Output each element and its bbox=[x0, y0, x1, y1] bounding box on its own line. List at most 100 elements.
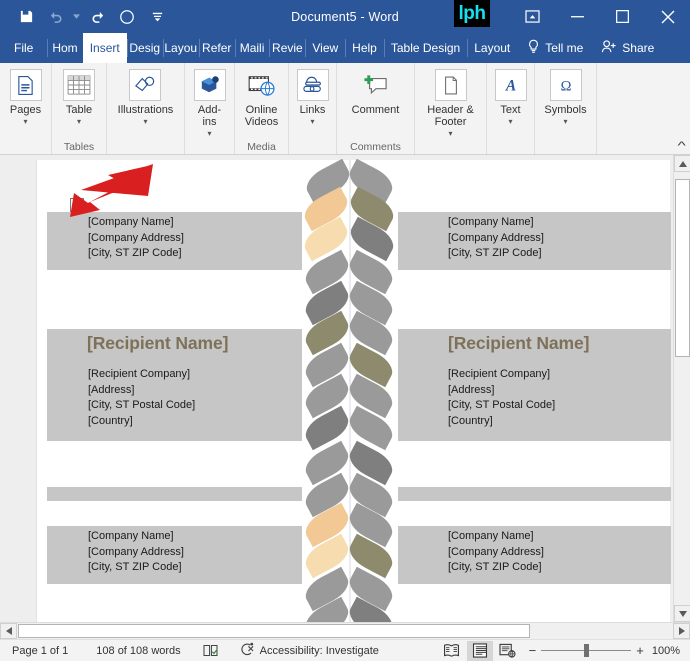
scroll-right-arrow-icon[interactable] bbox=[673, 623, 690, 639]
customize-quick-access-toolbar-icon[interactable] bbox=[143, 4, 171, 30]
ribbon-group-links: Links ▾ bbox=[289, 63, 337, 154]
chevron-down-icon[interactable]: ▾ bbox=[563, 117, 567, 126]
chevron-down-icon[interactable]: ▾ bbox=[143, 117, 147, 126]
document-page[interactable]: [Company Name] [Company Address] [City, … bbox=[36, 158, 671, 622]
lightbulb-icon bbox=[527, 39, 540, 57]
address-line: [Recipient Company] bbox=[448, 368, 551, 380]
share-button[interactable]: Share bbox=[593, 33, 666, 63]
tab-mailings[interactable]: Maili bbox=[234, 33, 270, 63]
vertical-scrollbar-thumb[interactable] bbox=[675, 179, 690, 357]
zoom-slider-thumb[interactable] bbox=[584, 644, 590, 657]
recipient-heading-right[interactable]: [Recipient Name] bbox=[448, 333, 589, 354]
horizontal-scrollbar[interactable] bbox=[0, 622, 690, 639]
symbols-button[interactable]: Ω Symbols ▾ bbox=[538, 67, 592, 128]
group-label-comments: Comments bbox=[350, 141, 401, 153]
leaf-shape bbox=[300, 440, 354, 486]
web-layout-button[interactable] bbox=[495, 641, 521, 661]
undo-dropdown-icon[interactable] bbox=[72, 4, 81, 30]
chevron-down-icon[interactable]: ▾ bbox=[207, 129, 211, 138]
autosave-circle-icon[interactable] bbox=[113, 4, 141, 30]
ribbon-display-options-icon[interactable] bbox=[510, 0, 555, 33]
addins-label: Add-ins bbox=[197, 104, 222, 128]
header-footer-button[interactable]: Header & Footer ▾ bbox=[415, 67, 486, 140]
illustrations-button[interactable]: Illustrations ▾ bbox=[112, 67, 180, 128]
ribbon-group-illustrations: Illustrations ▾ bbox=[107, 63, 185, 154]
page-indicator[interactable]: Page 1 of 1 bbox=[0, 645, 76, 657]
proofing-icon[interactable] bbox=[189, 644, 226, 657]
tab-home[interactable]: Hom bbox=[47, 33, 82, 63]
tell-me-label: Tell me bbox=[545, 41, 584, 55]
read-mode-button[interactable] bbox=[439, 641, 465, 661]
tab-layout[interactable]: Layou bbox=[162, 33, 199, 63]
collapse-ribbon-icon[interactable]: ^ bbox=[677, 140, 685, 152]
table-button[interactable]: Table ▾ bbox=[57, 67, 101, 128]
recipient-heading-left[interactable]: [Recipient Name] bbox=[87, 333, 228, 354]
share-person-icon bbox=[601, 39, 617, 57]
group-label-media: Media bbox=[247, 141, 276, 153]
ribbon-group-addins: Add-ins ▾ bbox=[185, 63, 235, 154]
tab-table-layout[interactable]: Layout bbox=[467, 33, 517, 63]
pages-button[interactable]: Pages ▾ bbox=[4, 67, 48, 128]
scroll-up-arrow-icon[interactable] bbox=[674, 155, 690, 172]
save-icon[interactable] bbox=[12, 4, 40, 30]
ribbon-group-header-footer: Header & Footer ▾ bbox=[415, 63, 487, 154]
addins-button[interactable]: Add-ins ▾ bbox=[185, 67, 234, 140]
ribbon-group-pages: Pages ▾ bbox=[0, 63, 52, 154]
ribbon-group-media: Online Videos Media bbox=[235, 63, 289, 154]
address-line: [Company Address] bbox=[88, 545, 184, 558]
vertical-scrollbar[interactable] bbox=[673, 155, 690, 622]
redo-icon[interactable] bbox=[83, 4, 111, 30]
comment-button[interactable]: Comment bbox=[346, 67, 406, 118]
zoom-out-button[interactable]: − bbox=[529, 643, 537, 658]
leaf-shape bbox=[344, 533, 398, 579]
company-block-top-right[interactable]: [Company Name] [Company Address] [City, … bbox=[448, 215, 544, 262]
tab-insert[interactable]: Insert bbox=[82, 33, 127, 63]
word-count[interactable]: 108 of 108 words bbox=[76, 645, 188, 657]
tab-view[interactable]: View bbox=[305, 33, 345, 63]
address-line: [Country] bbox=[88, 414, 133, 427]
zoom-level[interactable]: 100% bbox=[652, 645, 686, 657]
tab-design[interactable]: Desig bbox=[126, 33, 163, 63]
scroll-left-arrow-icon[interactable] bbox=[0, 623, 17, 639]
chevron-down-icon[interactable]: ▾ bbox=[508, 117, 512, 126]
recipient-block-right[interactable]: [Recipient Company] [Address] [City, ST … bbox=[448, 367, 555, 429]
tab-table-design[interactable]: Table Design bbox=[383, 33, 467, 63]
links-button[interactable]: Links ▾ bbox=[291, 67, 335, 128]
recipient-block-left[interactable]: [Recipient Company] [Address] [City, ST … bbox=[88, 367, 195, 429]
print-layout-button[interactable] bbox=[466, 640, 493, 661]
zoom-in-button[interactable]: + bbox=[636, 643, 644, 658]
word-window: Document5 - Word lph File Hom Insert Des… bbox=[0, 0, 690, 661]
accessibility-status[interactable]: Accessibility: Investigate bbox=[226, 642, 387, 659]
table-label: Table bbox=[65, 104, 93, 116]
address-line: [Company Name] bbox=[88, 530, 174, 542]
maximize-icon[interactable] bbox=[600, 0, 645, 33]
tab-review[interactable]: Revie bbox=[269, 33, 305, 63]
online-videos-button[interactable]: Online Videos bbox=[235, 67, 288, 130]
chevron-down-icon[interactable]: ▾ bbox=[310, 117, 314, 126]
chevron-down-icon[interactable]: ▾ bbox=[23, 117, 27, 126]
watermark-logo: lph bbox=[454, 0, 490, 27]
company-block-bottom-left[interactable]: [Company Name] [Company Address] [City, … bbox=[88, 529, 184, 576]
header-footer-label: Header & Footer bbox=[427, 104, 474, 128]
close-icon[interactable] bbox=[645, 0, 690, 33]
address-line: [Company Address] bbox=[448, 545, 544, 558]
leaf-shape bbox=[300, 405, 354, 451]
chevron-down-icon[interactable]: ▾ bbox=[448, 129, 452, 138]
tab-references[interactable]: Refer bbox=[198, 33, 235, 63]
zoom-slider-track[interactable] bbox=[541, 644, 632, 657]
ribbon-group-symbols: Ω Symbols ▾ bbox=[535, 63, 597, 154]
tab-file[interactable]: File bbox=[0, 33, 47, 63]
address-line: [City, ST Postal Code] bbox=[88, 399, 196, 411]
text-button[interactable]: A Text ▾ bbox=[489, 67, 533, 128]
tell-me-button[interactable]: Tell me bbox=[517, 33, 593, 63]
zoom-slider[interactable]: − + bbox=[523, 643, 650, 658]
chevron-down-icon[interactable]: ▾ bbox=[77, 117, 81, 126]
company-block-bottom-right[interactable]: [Company Name] [Company Address] [City, … bbox=[448, 529, 544, 576]
addins-icon bbox=[193, 69, 226, 101]
scroll-down-arrow-icon[interactable] bbox=[674, 605, 690, 622]
horizontal-scrollbar-thumb[interactable] bbox=[18, 624, 530, 638]
company-block-top-left[interactable]: [Company Name] [Company Address] [City, … bbox=[88, 215, 184, 262]
undo-icon[interactable] bbox=[42, 4, 70, 30]
tab-help[interactable]: Help bbox=[345, 33, 384, 63]
minimize-icon[interactable] bbox=[555, 0, 600, 33]
